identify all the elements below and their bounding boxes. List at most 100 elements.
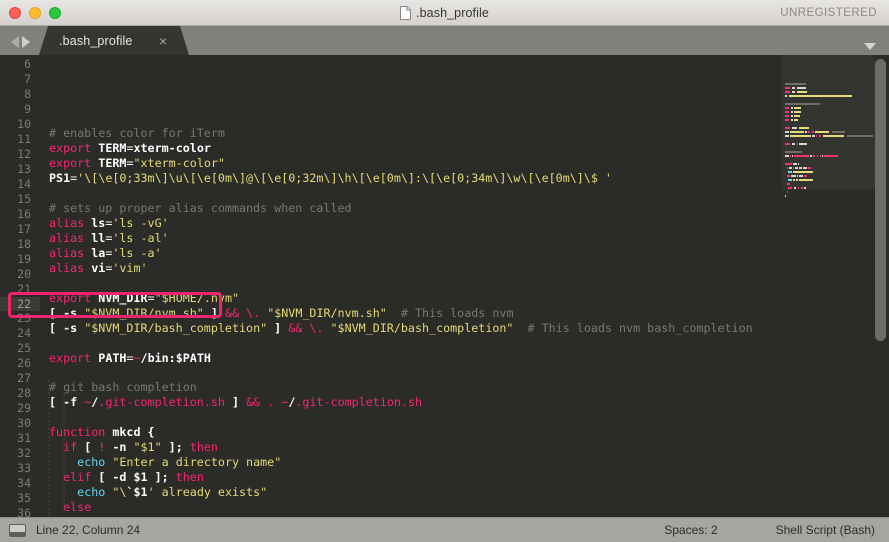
scrollbar-thumb[interactable] <box>875 59 886 341</box>
tab-nav-arrows <box>0 36 39 55</box>
minimap-token <box>790 154 792 157</box>
minimap-token <box>785 275 786 277</box>
arrow-right-icon[interactable] <box>22 36 30 48</box>
cursor-position-label: Line 22, Column 24 <box>36 523 141 537</box>
code-token: "$HOME/.nvm" <box>154 290 240 305</box>
code-token: ] <box>203 305 225 320</box>
minimap-line <box>785 246 889 249</box>
code-token: elif <box>63 470 92 485</box>
minimap-token <box>785 323 786 325</box>
code-line: function mkcd { <box>49 425 782 440</box>
minimap-token <box>785 307 786 309</box>
code-token: && <box>246 395 261 410</box>
minimap-line <box>785 162 889 165</box>
code-token: ]; <box>161 440 190 455</box>
line-number: 27 <box>17 371 31 386</box>
minimap-line <box>785 342 889 345</box>
code-token: [ -d <box>91 470 134 485</box>
minimize-window-button[interactable] <box>29 6 41 19</box>
minimap-token <box>792 166 794 169</box>
code-token: 'ls -vG' <box>112 215 169 230</box>
code-token: \. <box>246 305 261 320</box>
code-token: function <box>49 425 106 440</box>
minimap-token <box>785 211 786 213</box>
minimap-token <box>785 343 786 345</box>
code-token: export <box>49 290 92 305</box>
minimap-token <box>785 162 792 165</box>
minimap-token <box>785 247 786 249</box>
minimap-line <box>785 134 889 137</box>
minimap-line <box>785 154 889 157</box>
minimap-line <box>785 306 889 309</box>
code-line: export TERM=xterm-color <box>49 141 782 156</box>
close-window-button[interactable] <box>9 6 21 19</box>
close-icon[interactable]: × <box>157 34 170 48</box>
minimap-line <box>785 126 889 129</box>
minimap-line <box>785 286 889 289</box>
minimap-line <box>785 142 889 145</box>
code-token: echo <box>77 455 106 470</box>
minimap-token <box>785 355 786 357</box>
minimap-token <box>785 319 786 321</box>
indentation-label[interactable]: Spaces: 2 <box>664 523 717 537</box>
minimap[interactable] <box>782 55 889 517</box>
minimap-line <box>785 214 889 217</box>
minimap-line <box>785 102 889 105</box>
minimap-token <box>785 207 786 209</box>
code-line: # sets up proper alias commands when cal… <box>49 201 782 216</box>
minimap-token <box>819 154 821 157</box>
syntax-label[interactable]: Shell Script (Bash) <box>776 523 875 537</box>
tab-bash-profile[interactable]: .bash_profile × <box>39 26 189 55</box>
minimap-line <box>785 78 889 81</box>
minimap-token <box>785 271 786 273</box>
code-token: PATH <box>98 350 127 365</box>
code-token: mkcd <box>112 425 141 440</box>
code-pane[interactable]: 6 7 8 9 10 11 12 13 14 15 16 17 18 19 20 21 22 23 24 25 26 27… <box>0 55 782 517</box>
minimap-token <box>794 166 798 169</box>
code-line: alias vi='vim' <box>49 261 782 276</box>
minimap-line <box>785 338 889 341</box>
code-line: [ -s "$NVM_DIR/nvm.sh" ] && \. "$NVM_DIR… <box>49 306 782 321</box>
code-token: # sets up proper alias commands when cal… <box>49 200 352 215</box>
minimap-line <box>785 242 889 245</box>
code-content[interactable]: # enables color for iTerm export TERM=xte… <box>40 55 782 517</box>
code-token: ls <box>91 215 106 230</box>
zoom-window-button[interactable] <box>49 6 61 19</box>
code-line: # enables color for iTerm <box>49 126 782 141</box>
minimap-token <box>785 255 786 257</box>
chevron-down-icon[interactable] <box>864 43 876 50</box>
code-token: 'ls -a' <box>112 245 162 260</box>
minimap-token <box>785 279 786 281</box>
minimap-token <box>785 150 803 153</box>
minimap-token <box>796 142 798 145</box>
line-number: 9 <box>24 101 31 116</box>
minimap-token <box>798 166 803 169</box>
vertical-scrollbar[interactable] <box>875 55 886 517</box>
line-number: 8 <box>24 86 31 101</box>
minimap-line <box>785 150 889 153</box>
panel-toggle-icon[interactable] <box>9 523 26 537</box>
line-number: 22 <box>0 296 40 312</box>
code-line: alias la='ls -a' <box>49 246 782 261</box>
arrow-left-icon[interactable] <box>11 36 19 48</box>
code-token: .git-completion.sh <box>295 395 423 410</box>
minimap-token <box>785 331 786 333</box>
minimap-line <box>785 354 889 357</box>
code-token: # git bash completion <box>49 380 197 395</box>
minimap-token <box>785 259 786 261</box>
minimap-line <box>785 122 889 125</box>
minimap-token <box>790 134 812 137</box>
line-number: 35 <box>17 491 31 506</box>
minimap-token <box>808 130 811 133</box>
minimap-token <box>785 194 786 197</box>
minimap-token <box>785 227 786 229</box>
minimap-line <box>785 262 889 265</box>
code-token: TERM <box>98 155 127 170</box>
minimap-token <box>785 67 786 69</box>
minimap-line <box>785 182 889 185</box>
minimap-line <box>785 114 889 117</box>
